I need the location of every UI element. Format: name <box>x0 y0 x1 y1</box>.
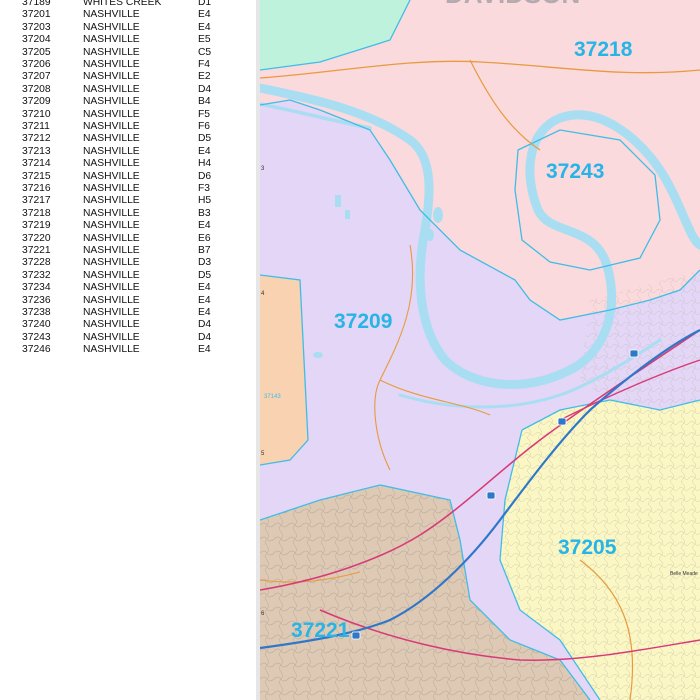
zip-code-cell: 37221 <box>22 245 51 256</box>
grid-ref-cell: E4 <box>198 220 211 232</box>
zip-code-cell: 37204 <box>22 34 51 46</box>
zip-index-table: 37189 WHITES CREEK D1 37201 NASHVILLE E4 37203… <box>0 0 258 700</box>
grid-ref-cell: C5 <box>198 46 212 58</box>
city-cell: NASHVILLE <box>83 183 140 194</box>
city-cell: NASHVILLE <box>83 170 140 182</box>
zip-code-cell: 37219 <box>22 220 51 232</box>
grid-ref-cell: B3 <box>198 207 211 219</box>
city-cell: NASHVILLE <box>83 257 140 269</box>
city-cell: NASHVILLE <box>83 220 140 232</box>
zip-code-cell: 37220 <box>22 232 51 244</box>
place-label-belle-meade: Belle Meade <box>670 571 698 577</box>
city-cell: NASHVILLE <box>83 245 140 256</box>
city-cell: NASHVILLE <box>83 121 140 132</box>
zip-code-cell: 37206 <box>22 59 51 70</box>
zip-label-37218[interactable]: 37218 <box>574 38 633 61</box>
zip-code-cell: 37236 <box>22 294 51 306</box>
zip-code-cell: 37211 <box>22 121 50 132</box>
city-cell: WHITES CREEK <box>83 0 162 8</box>
grid-ref-cell: E4 <box>198 145 211 157</box>
zip-code-cell: 37238 <box>22 307 51 318</box>
grid-ref-cell: E6 <box>198 232 211 244</box>
grid-ref-cell: E5 <box>198 34 211 46</box>
zip-code-cell: 37246 <box>22 344 51 356</box>
city-cell: NASHVILLE <box>83 158 140 170</box>
city-cell: NASHVILLE <box>83 9 140 21</box>
city-cell: NASHVILLE <box>83 96 140 108</box>
zip-code-cell: 37213 <box>22 145 51 157</box>
grid-ref-cell: D4 <box>198 331 212 343</box>
city-cell: NASHVILLE <box>83 207 140 219</box>
grid-ref-cell: H4 <box>198 158 212 170</box>
zip-code-cell: 37201 <box>22 9 51 21</box>
grid-ref-cell: E2 <box>198 71 211 83</box>
grid-ref-cell: D6 <box>198 170 212 182</box>
zip-code-cell: 37216 <box>22 183 51 194</box>
zip-code-cell: 37243 <box>22 331 51 343</box>
city-cell: NASHVILLE <box>83 282 140 294</box>
zip-code-cell: 37215 <box>22 170 51 182</box>
zip-code-cell: 37217 <box>22 195 51 207</box>
zip-code-map[interactable]: 3 4 5 6 DAVIDSON 37218 37243 37209 37205… <box>260 0 700 700</box>
grid-ref-cell: E4 <box>198 344 211 356</box>
grid-ref-cell: D5 <box>198 133 212 145</box>
zip-label-37205[interactable]: 37205 <box>558 536 617 559</box>
grid-ref-cell: E4 <box>198 21 211 33</box>
zip-code-cell: 37232 <box>22 269 51 281</box>
zip-label-37143[interactable]: 37143 <box>264 394 281 400</box>
grid-ref-cell: F4 <box>198 59 211 70</box>
zip-code-cell: 37210 <box>22 108 51 120</box>
city-cell: NASHVILLE <box>83 21 140 33</box>
grid-ref-cell: D4 <box>198 83 212 95</box>
city-cell: NASHVILLE <box>83 83 140 95</box>
zip-code-cell: 37208 <box>22 83 51 95</box>
grid-ref-cell: D5 <box>198 269 212 281</box>
city-cell: NASHVILLE <box>83 145 140 157</box>
zip-label-37209[interactable]: 37209 <box>334 310 392 333</box>
city-cell: NASHVILLE <box>83 133 140 145</box>
grid-ref-cell: B4 <box>198 96 211 108</box>
city-cell: NASHVILLE <box>83 269 140 281</box>
city-cell: NASHVILLE <box>83 294 140 306</box>
grid-ref-cell: F5 <box>198 108 211 120</box>
city-cell: NASHVILLE <box>83 307 140 318</box>
grid-ref-cell: D3 <box>198 257 212 269</box>
zip-code-cell: 37218 <box>22 207 51 219</box>
zip-code-cell: 37209 <box>22 96 51 108</box>
city-cell: NASHVILLE <box>83 71 140 83</box>
grid-ref-cell: B7 <box>198 245 211 256</box>
grid-ref-cell: E4 <box>198 282 211 294</box>
zip-code-cell: 37234 <box>22 282 51 294</box>
zip-code-cell: 37212 <box>22 133 51 145</box>
grid-ref-cell: F3 <box>198 183 211 194</box>
city-cell: NASHVILLE <box>83 319 140 331</box>
zip-code-cell: 37207 <box>22 71 51 83</box>
grid-ref-cell: E4 <box>198 9 211 21</box>
city-cell: NASHVILLE <box>83 344 140 356</box>
zip-label-37243[interactable]: 37243 <box>546 160 604 183</box>
grid-ref-cell: E4 <box>198 294 211 306</box>
city-cell: NASHVILLE <box>83 34 140 46</box>
zip-code-cell: 37189 <box>22 0 51 8</box>
city-cell: NASHVILLE <box>83 232 140 244</box>
zip-code-cell: 37205 <box>22 46 51 58</box>
city-cell: NASHVILLE <box>83 108 140 120</box>
zip-label-37221[interactable]: 37221 <box>291 619 350 642</box>
city-cell: NASHVILLE <box>83 195 140 207</box>
city-cell: NASHVILLE <box>83 46 140 58</box>
grid-ref-cell: D1 <box>198 0 212 8</box>
grid-ref-cell: F6 <box>198 121 211 132</box>
county-label: DAVIDSON <box>445 0 580 9</box>
grid-ref-cell: E4 <box>198 307 211 318</box>
city-cell: NASHVILLE <box>83 59 140 70</box>
zip-code-cell: 37214 <box>22 158 51 170</box>
zip-code-cell: 37228 <box>22 257 51 269</box>
zip-code-cell: 37203 <box>22 21 51 33</box>
grid-ref-cell: H5 <box>198 195 212 207</box>
city-cell: NASHVILLE <box>83 331 140 343</box>
grid-ref-cell: D4 <box>198 319 212 331</box>
zip-code-cell: 37240 <box>22 319 51 331</box>
